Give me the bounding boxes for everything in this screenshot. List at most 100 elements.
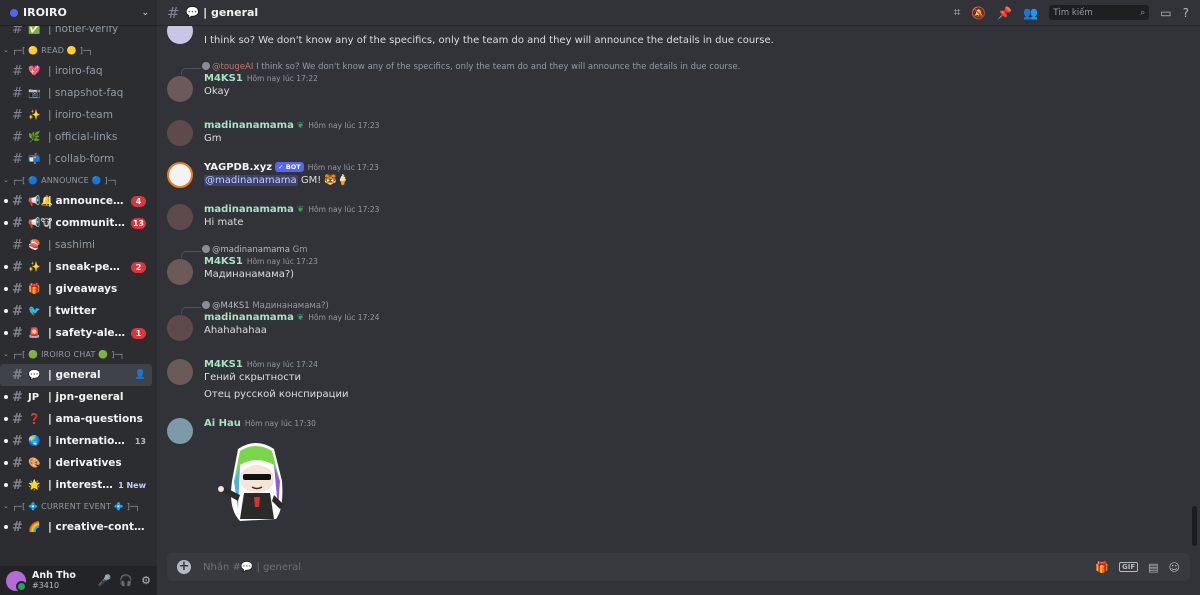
headphones-icon[interactable]: 🎧	[119, 574, 133, 587]
hash-icon: #	[12, 215, 23, 231]
microphone-muted-icon[interactable]: 🎤	[98, 574, 112, 587]
channel-item[interactable]: # 🚨 | safety-alerts 1	[0, 322, 152, 344]
avatar[interactable]	[167, 120, 193, 146]
message-m3[interactable]: YAGPDB.xyz ✓ BOT Hôm nay lúc 17:23 @madina…	[167, 162, 1180, 188]
channel-label: | collab-form	[48, 153, 115, 165]
message-m7[interactable]: M4KS1 Hôm nay lúc 17:24 Гений скрытности …	[167, 359, 1180, 402]
author-name[interactable]: Ai Hau	[204, 418, 241, 429]
channel-item[interactable]: # 🌿 | official-links	[0, 126, 152, 148]
gift-icon[interactable]: 🎁	[1095, 561, 1109, 574]
message-m5[interactable]: @madinanamama Gm M4KS1 Hôm nay lúc 17:23 …	[167, 245, 1180, 285]
author-name[interactable]: madinanamama	[204, 120, 294, 131]
channel-emoji: 📷	[28, 87, 41, 99]
message-m6[interactable]: @M4KS1 Мадинанамама?) madinanamama ❦ Hôm n…	[167, 301, 1180, 341]
hash-icon: #	[12, 325, 23, 341]
reply-preview[interactable]: @madinanamama Gm	[181, 245, 1180, 258]
message-text: Gm	[204, 133, 222, 144]
gif-icon[interactable]: GIF	[1118, 562, 1139, 572]
channel-item[interactable]: # 🎨 | derivatives	[0, 452, 152, 474]
scrollbar[interactable]	[1192, 26, 1197, 546]
reply-preview[interactable]: @tougeAI I think so? We don't know any o…	[181, 62, 1180, 75]
category-label: ┌─[ 🟡 READ 🟡 ]─┐	[12, 45, 94, 55]
user-name-block[interactable]: Anh Tho #3410	[32, 570, 76, 591]
avatar[interactable]	[167, 76, 193, 102]
category-header[interactable]: ⌄ ┌─[ 🔵 ANNOUNCE 🔵 ]─┐	[0, 170, 157, 190]
avatar[interactable]	[167, 359, 193, 385]
channel-item[interactable]: # 🌟 | interests-sh... 1 New	[0, 474, 152, 496]
search-input[interactable]: Tìm kiếm ⌕	[1049, 5, 1150, 20]
timestamp: Hôm nay lúc 17:23	[246, 257, 318, 266]
scrollbar-thumb[interactable]	[1192, 506, 1197, 546]
channel-item[interactable]: # 🎁 | giveaways	[0, 278, 152, 300]
channel-item[interactable]: # 📢🔔| announcement 4	[0, 190, 152, 212]
channel-item[interactable]: # ❓ | ama-questions	[0, 408, 152, 430]
channel-sidebar: # ✅ | hotler-verify ⌄ ┌─[ 🟡 READ 🟡 ]─┐ # 💖 | ir…	[0, 0, 157, 595]
channel-item[interactable]: # ✨ | sneak-peeks 2	[0, 256, 152, 278]
user-panel: Anh Tho #3410 🎤 🎧 ⚙	[0, 566, 157, 595]
message-m2[interactable]: madinanamama ❦ Hôm nay lúc 17:23 Gm	[167, 120, 1180, 146]
reply-text: I think so? We don't know any of the spe…	[256, 62, 741, 72]
chevron-down-icon[interactable]: ⌄	[141, 8, 149, 18]
inbox-icon[interactable]: ▭	[1160, 6, 1171, 20]
message-m8[interactable]: Ai Hau Hôm nay lúc 17:30	[167, 418, 1180, 527]
channel-item[interactable]: # 🍣 | sashimi	[0, 234, 152, 256]
channel-item[interactable]: # 📢🐮| community-a...13	[0, 212, 152, 234]
author-name[interactable]: M4KS1	[204, 359, 243, 370]
hash-icon: #	[12, 237, 23, 253]
category-header[interactable]: ⌄ ┌─[ 🟡 READ 🟡 ]─┐	[0, 40, 157, 60]
category-header[interactable]: ⌄ ┌─[ 🟢 IROIRO CHAT 🟢 ]─┐	[0, 344, 157, 364]
channel-item[interactable]: # 📷 | snapshot-faq	[0, 82, 152, 104]
avatar[interactable]	[167, 259, 193, 285]
author-name[interactable]: M4KS1	[204, 73, 243, 84]
sticker-icon[interactable]: ▤	[1148, 561, 1158, 574]
avatar[interactable]	[167, 418, 193, 444]
avatar[interactable]	[167, 26, 193, 44]
role-icon: ❦	[296, 205, 305, 215]
channel-item[interactable]: # 🌈 | creative-contest	[0, 516, 152, 538]
author-name[interactable]: madinanamama	[204, 204, 294, 215]
gear-icon[interactable]: ⚙	[141, 574, 151, 587]
timestamp: Hôm nay lúc 17:23	[308, 121, 380, 130]
sticker-image[interactable]	[210, 435, 302, 527]
bot-avatar[interactable]	[167, 162, 193, 188]
pin-icon[interactable]: 📌	[997, 6, 1012, 20]
author-name[interactable]: YAGPDB.xyz	[204, 162, 272, 173]
channel-item[interactable]: # 📬 | collab-form	[0, 148, 152, 170]
user-mention[interactable]: @madinanamama	[204, 175, 298, 186]
author-name[interactable]: madinanamama	[204, 312, 294, 323]
hash-icon: #	[12, 433, 23, 449]
channel-item[interactable]: # ✨ | iroiro-team	[0, 104, 152, 126]
member-list-icon[interactable]: 👥	[1023, 6, 1038, 20]
message-composer[interactable]: + Nhắn #💬 | general 🎁 GIF ▤ ☺	[167, 553, 1190, 581]
channel-emoji: 🎁	[28, 283, 41, 295]
message-text: Гений скрытности	[204, 372, 302, 383]
timestamp: Hôm nay lúc 17:23	[307, 163, 379, 172]
notification-bell-muted-icon[interactable]: 🔕	[971, 6, 986, 20]
emoji-icon[interactable]: ☺	[1169, 561, 1180, 574]
channel-label: | jpn-general	[48, 391, 124, 403]
threads-icon[interactable]: ⌗	[954, 5, 961, 20]
server-header[interactable]: IROIRO ⌄	[0, 0, 157, 26]
unread-indicator	[4, 199, 8, 203]
attach-plus-icon[interactable]: +	[177, 560, 191, 574]
avatar[interactable]	[6, 570, 27, 592]
unread-indicator	[4, 265, 8, 269]
avatar[interactable]	[167, 204, 193, 230]
channel-item[interactable]: # JP | jpn-general	[0, 386, 152, 408]
reply-avatar	[202, 245, 210, 253]
message-partial[interactable]: I think so? We don't know any of the spe…	[167, 26, 1180, 48]
help-icon[interactable]: ?	[1183, 6, 1189, 20]
message-m1[interactable]: @tougeAI I think so? We don't know any o…	[167, 62, 1180, 102]
channel-item[interactable]: # 💬 | general 👤	[0, 364, 152, 386]
reply-preview[interactable]: @M4KS1 Мадинанамама?)	[181, 301, 1180, 314]
channel-item[interactable]: # 🐦 | twitter	[0, 300, 152, 322]
category-label: ┌─[ 🟢 IROIRO CHAT 🟢 ]─┐	[12, 349, 125, 359]
server-icon	[10, 8, 18, 17]
invite-icon[interactable]: 👤	[135, 370, 146, 380]
avatar[interactable]	[167, 315, 193, 341]
message-m4[interactable]: madinanamama ❦ Hôm nay lúc 17:23 Hi mate	[167, 204, 1180, 230]
author-name[interactable]: M4KS1	[204, 256, 243, 267]
channel-item[interactable]: # 💖 | iroiro-faq	[0, 60, 152, 82]
channel-item[interactable]: # 🌏 | international-c...13	[0, 430, 152, 452]
category-header[interactable]: ⌄ ┌─[ 💠 CURRENT EVENT 💠 ]─┐	[0, 496, 157, 516]
